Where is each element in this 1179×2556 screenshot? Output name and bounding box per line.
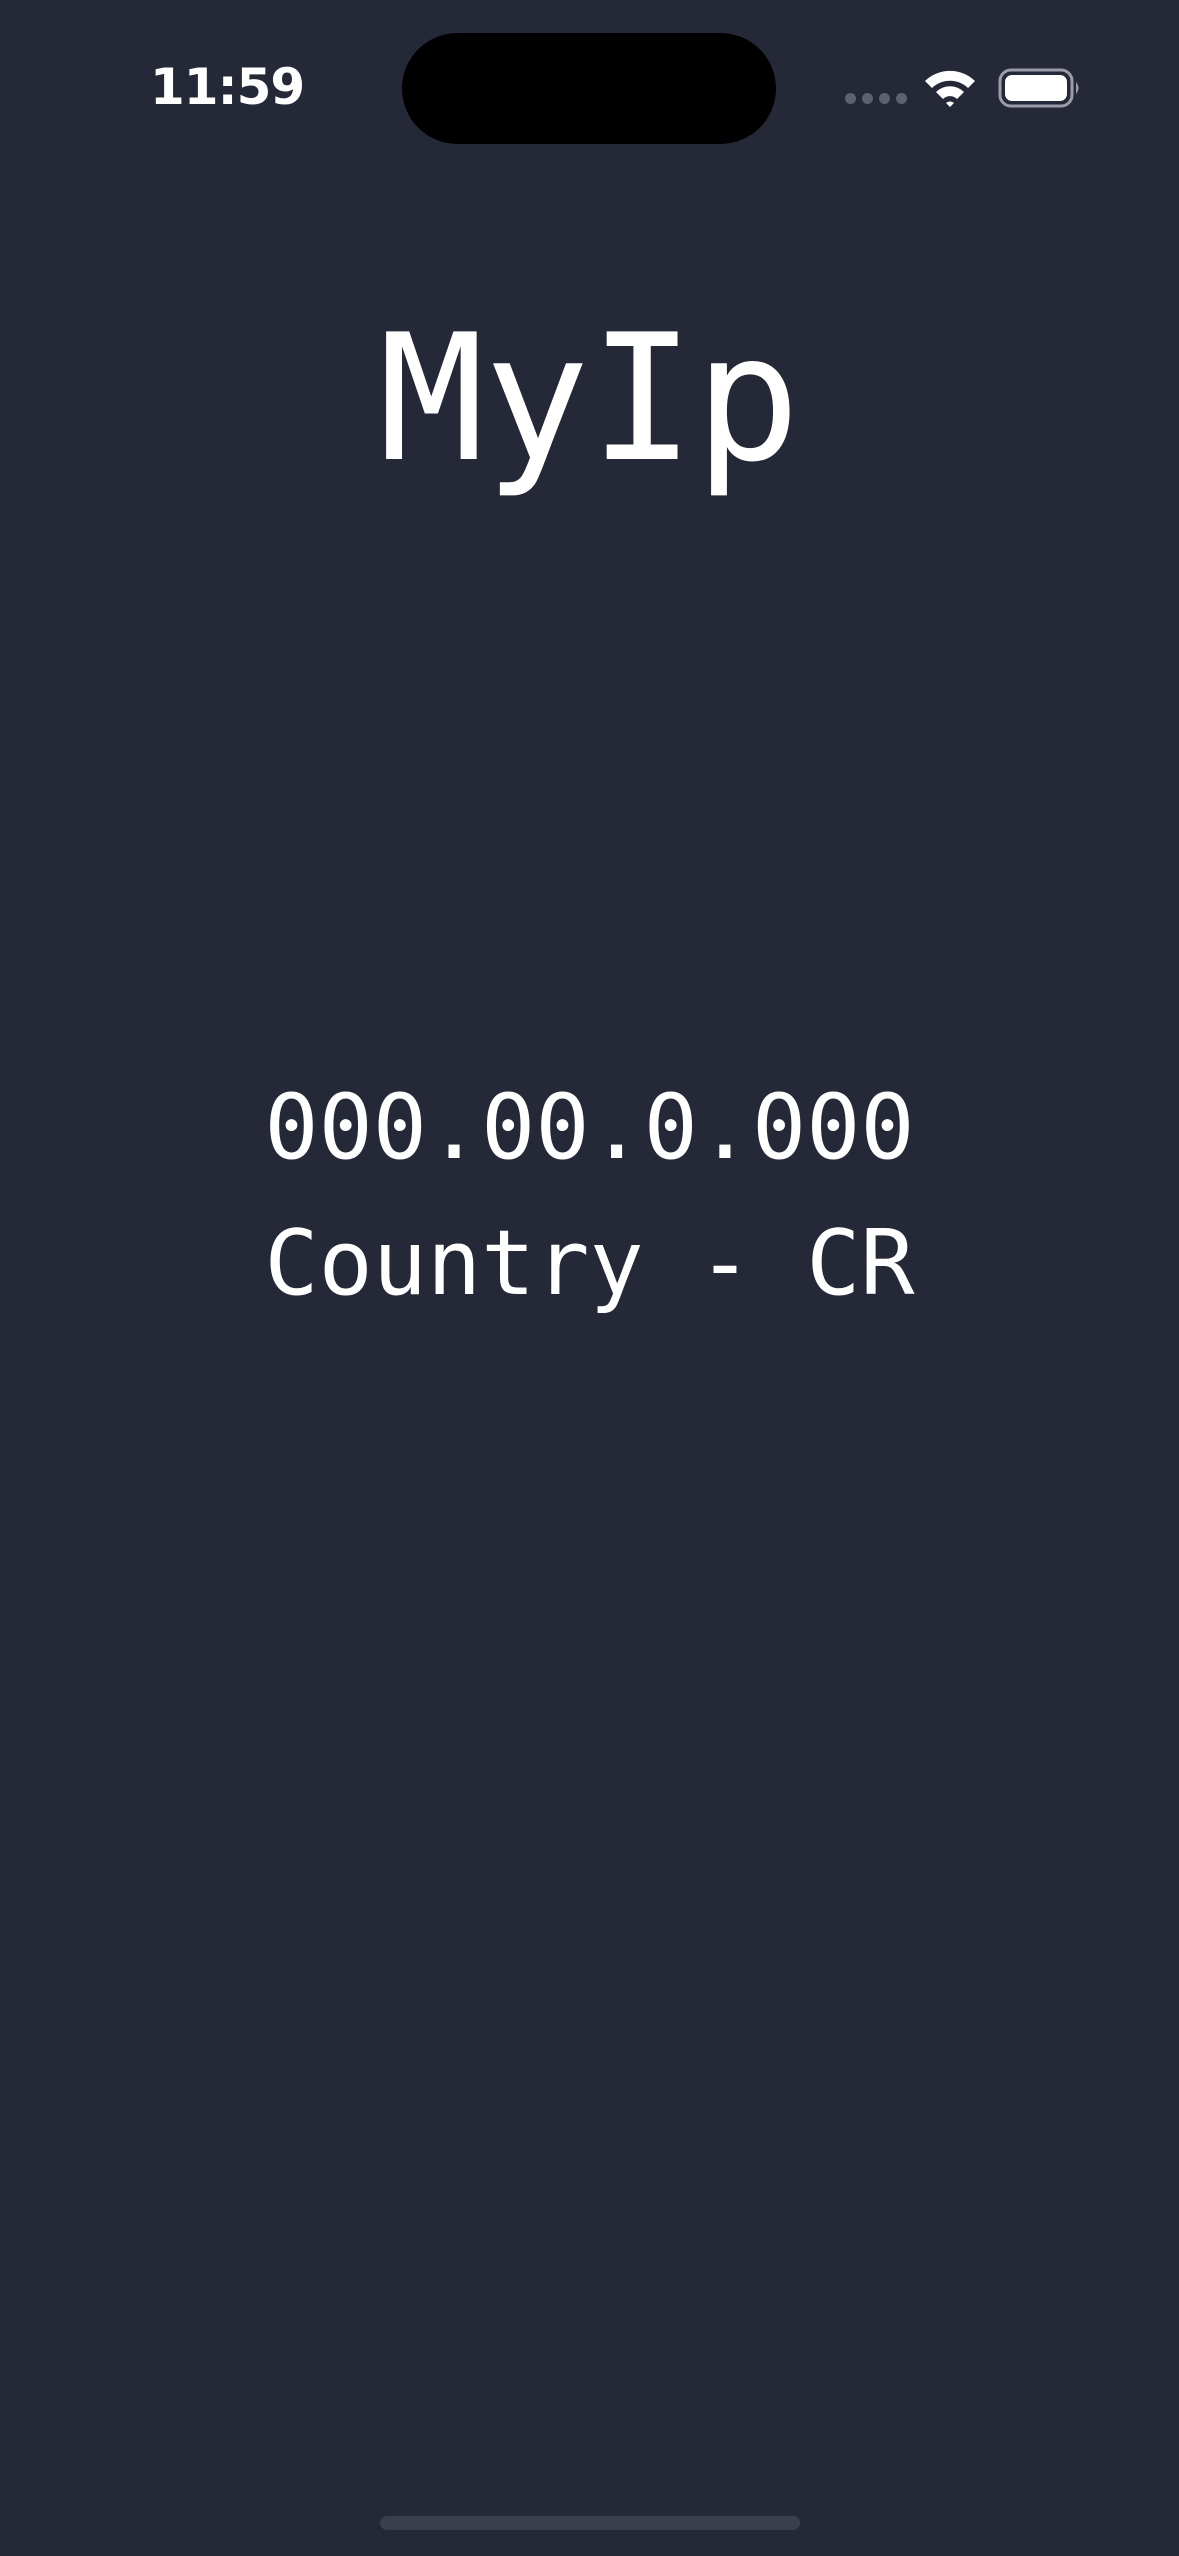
status-bar: 11:59 bbox=[0, 0, 1179, 160]
cellular-signal-icon bbox=[845, 93, 907, 107]
dynamic-island bbox=[402, 33, 776, 144]
battery-icon bbox=[998, 66, 1082, 110]
ip-info: 000.00.0.000 Country - CR bbox=[0, 1068, 1179, 1324]
app-title: MyIp bbox=[378, 298, 801, 501]
wifi-icon bbox=[922, 66, 978, 108]
country-label: Country - CR bbox=[264, 1211, 915, 1316]
status-time: 11:59 bbox=[150, 58, 305, 116]
home-indicator[interactable] bbox=[380, 2516, 800, 2530]
ip-address: 000.00.0.000 bbox=[264, 1075, 915, 1180]
